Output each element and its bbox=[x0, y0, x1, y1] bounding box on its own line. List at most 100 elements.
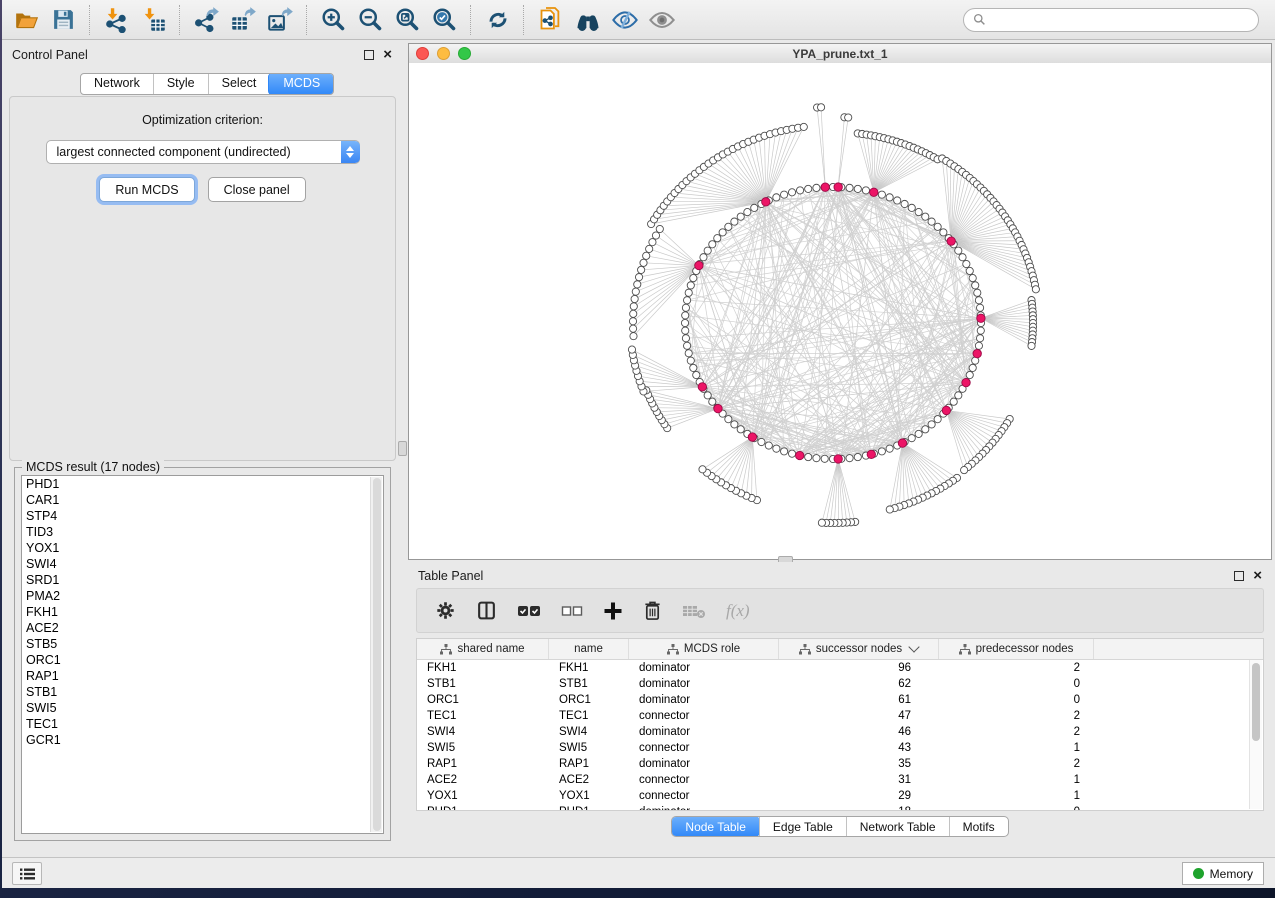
function-builder-icon[interactable]: f(x) bbox=[726, 601, 750, 621]
mcds-result-item[interactable]: STP4 bbox=[22, 508, 383, 524]
table-cell: dominator bbox=[629, 678, 779, 690]
table-row[interactable]: ORC1ORC1dominator610 bbox=[417, 692, 1263, 708]
table-row[interactable]: PHD1PHD1dominator180 bbox=[417, 804, 1263, 810]
zoom-selected-icon bbox=[431, 6, 458, 33]
selected-option: largest connected component (undirected) bbox=[47, 145, 341, 159]
column-header-predecessor-nodes[interactable]: predecessor nodes bbox=[939, 639, 1094, 659]
table-row[interactable]: STB1STB1dominator620 bbox=[417, 676, 1263, 692]
run-mcds-button[interactable]: Run MCDS bbox=[99, 177, 194, 202]
select-all-columns-icon[interactable] bbox=[517, 602, 541, 620]
mcds-result-item[interactable]: SRD1 bbox=[22, 572, 383, 588]
tab-style[interactable]: Style bbox=[153, 74, 208, 94]
show-graphics-details-button[interactable] bbox=[643, 4, 680, 36]
toolbar-separator bbox=[470, 5, 472, 35]
table-row[interactable]: FKH1FKH1dominator962 bbox=[417, 660, 1263, 676]
table-body[interactable]: FKH1FKH1dominator962STB1STB1dominator620… bbox=[417, 660, 1263, 810]
mcds-result-item[interactable]: ACE2 bbox=[22, 620, 383, 636]
zoom-out-icon bbox=[357, 6, 384, 33]
export-image-button[interactable] bbox=[262, 4, 299, 36]
table-row[interactable]: SWI5SWI5connector431 bbox=[417, 740, 1263, 756]
mcds-result-item[interactable]: GCR1 bbox=[22, 732, 383, 748]
mcds-result-item[interactable]: FKH1 bbox=[22, 604, 383, 620]
control-panel: Control Panel × Network Style Select MCD… bbox=[2, 41, 402, 858]
zoom-out-button[interactable] bbox=[352, 4, 389, 36]
mcds-result-title: MCDS result (17 nodes) bbox=[22, 460, 164, 474]
delete-table-icon[interactable] bbox=[682, 603, 706, 619]
float-panel-icon[interactable] bbox=[1234, 571, 1244, 581]
vertical-splitter-handle[interactable] bbox=[398, 441, 407, 456]
search-field[interactable] bbox=[991, 12, 1249, 28]
export-network-button[interactable] bbox=[188, 4, 225, 36]
table-cell: 2 bbox=[939, 710, 1094, 722]
column-header-name[interactable]: name bbox=[549, 639, 629, 659]
column-panel-icon[interactable] bbox=[476, 600, 497, 621]
mcds-result-item[interactable]: CAR1 bbox=[22, 492, 383, 508]
open-file-button[interactable] bbox=[8, 4, 45, 36]
mcds-result-item[interactable]: PHD1 bbox=[22, 476, 383, 492]
optimization-criterion-label: Optimization criterion: bbox=[10, 113, 395, 127]
memory-button[interactable]: Memory bbox=[1182, 862, 1264, 885]
zoom-fit-button[interactable] bbox=[389, 4, 426, 36]
column-header-successor-nodes[interactable]: successor nodes bbox=[779, 639, 939, 659]
zoom-in-button[interactable] bbox=[315, 4, 352, 36]
column-header-mcds-role[interactable]: MCDS role bbox=[629, 639, 779, 659]
table-settings-icon[interactable] bbox=[435, 600, 456, 621]
table-row[interactable]: RAP1RAP1dominator352 bbox=[417, 756, 1263, 772]
tab-network-table[interactable]: Network Table bbox=[846, 817, 949, 836]
tab-edge-table[interactable]: Edge Table bbox=[759, 817, 846, 836]
eye-slash-icon bbox=[611, 6, 639, 34]
table-cell: FKH1 bbox=[549, 662, 629, 674]
delete-column-icon[interactable] bbox=[643, 600, 662, 621]
table-row[interactable]: SWI4SWI4dominator462 bbox=[417, 724, 1263, 740]
table-scrollbar-thumb[interactable] bbox=[1252, 663, 1260, 741]
tab-motifs[interactable]: Motifs bbox=[949, 817, 1008, 836]
mcds-list-scrollbar[interactable] bbox=[370, 477, 382, 832]
mcds-result-item[interactable]: PMA2 bbox=[22, 588, 383, 604]
search-input[interactable] bbox=[963, 8, 1259, 32]
table-cell: ACE2 bbox=[417, 774, 549, 786]
close-panel-icon[interactable]: × bbox=[383, 50, 392, 60]
export-table-button[interactable] bbox=[225, 4, 262, 36]
mcds-result-item[interactable]: TID3 bbox=[22, 524, 383, 540]
mcds-result-item[interactable]: STB1 bbox=[22, 684, 383, 700]
tab-node-table[interactable]: Node Table bbox=[671, 816, 760, 837]
import-network-button[interactable] bbox=[98, 4, 135, 36]
mcds-result-item[interactable]: ORC1 bbox=[22, 652, 383, 668]
mcds-result-item[interactable]: SWI5 bbox=[22, 700, 383, 716]
status-bar: Memory bbox=[2, 857, 1275, 888]
close-panel-icon[interactable]: × bbox=[1253, 571, 1262, 581]
network-window-titlebar[interactable]: YPA_prune.txt_1 bbox=[409, 44, 1271, 64]
close-panel-button[interactable]: Close panel bbox=[208, 177, 306, 202]
table-row[interactable]: TEC1TEC1connector472 bbox=[417, 708, 1263, 724]
tab-mcds[interactable]: MCDS bbox=[268, 73, 334, 95]
deselect-all-columns-icon[interactable] bbox=[561, 602, 583, 620]
show-panels-menu-button[interactable] bbox=[12, 862, 42, 885]
table-cell: RAP1 bbox=[549, 758, 629, 770]
mcds-result-list[interactable]: PHD1CAR1STP4TID3YOX1SWI4SRD1PMA2FKH1ACE2… bbox=[21, 475, 384, 834]
import-table-button[interactable] bbox=[135, 4, 172, 36]
network-canvas[interactable] bbox=[409, 63, 1271, 559]
mcds-result-item[interactable]: YOX1 bbox=[22, 540, 383, 556]
table-row[interactable]: YOX1YOX1connector291 bbox=[417, 788, 1263, 804]
search-network-button[interactable] bbox=[569, 4, 606, 36]
mcds-result-item[interactable]: TEC1 bbox=[22, 716, 383, 732]
save-session-button[interactable] bbox=[45, 4, 82, 36]
table-cell: connector bbox=[629, 774, 779, 786]
float-panel-icon[interactable] bbox=[364, 50, 374, 60]
mcds-result-item[interactable]: SWI4 bbox=[22, 556, 383, 572]
add-column-icon[interactable] bbox=[603, 601, 623, 621]
table-row[interactable]: ACE2ACE2connector311 bbox=[417, 772, 1263, 788]
mcds-result-item[interactable]: RAP1 bbox=[22, 668, 383, 684]
mcds-result-item[interactable]: STB5 bbox=[22, 636, 383, 652]
export-network-icon bbox=[193, 6, 220, 33]
tab-select[interactable]: Select bbox=[208, 74, 270, 94]
table-scrollbar[interactable] bbox=[1249, 660, 1262, 809]
optimization-criterion-select[interactable]: largest connected component (undirected) bbox=[46, 140, 360, 164]
table-cell: PHD1 bbox=[417, 806, 549, 810]
tab-network[interactable]: Network bbox=[81, 74, 153, 94]
zoom-selected-button[interactable] bbox=[426, 4, 463, 36]
clone-network-button[interactable] bbox=[532, 4, 569, 36]
column-header-shared-name[interactable]: shared name bbox=[417, 639, 549, 659]
hide-graphics-details-button[interactable] bbox=[606, 4, 643, 36]
refresh-button[interactable] bbox=[479, 4, 516, 36]
